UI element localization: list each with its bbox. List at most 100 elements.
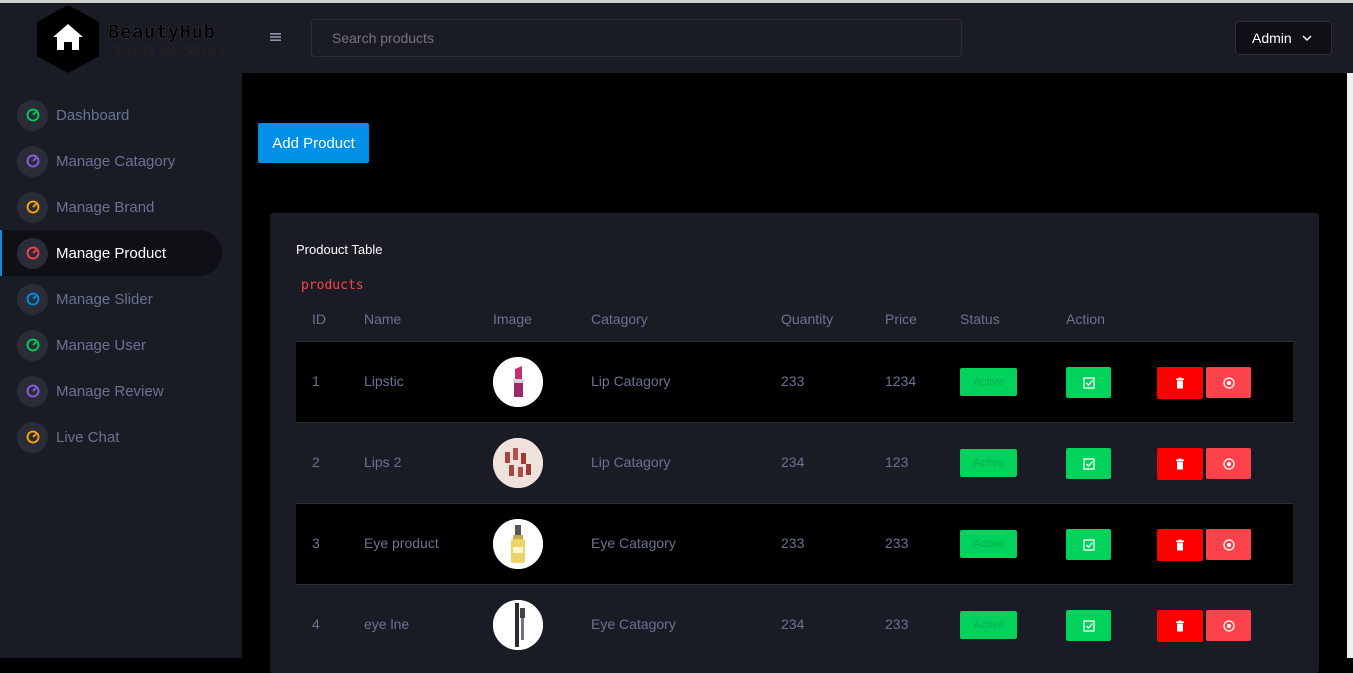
target-icon xyxy=(1222,619,1235,632)
table-header: ID Name Image Catagory Quantity Price St… xyxy=(296,303,1293,341)
sidebar-item-live-chat[interactable]: Live Chat xyxy=(0,414,242,460)
cell-catagory: Lip Catagory xyxy=(591,454,671,470)
cell-catagory: Lip Catagory xyxy=(591,373,671,389)
admin-label: Admin xyxy=(1252,30,1292,46)
sidebar-item-label: Manage Catagory xyxy=(56,152,176,170)
product-image-eyeliner xyxy=(493,600,543,650)
status-badge: Active xyxy=(960,530,1017,558)
product-table-card: Prodouct Table products ID Name Image Ca… xyxy=(270,213,1319,673)
trash-icon xyxy=(1176,539,1184,551)
table-row: 4 eye lne Eye Catagory 234 233 Active xyxy=(296,584,1293,665)
status-badge: Active xyxy=(960,611,1017,639)
cell-price: 123 xyxy=(885,454,909,470)
view-button[interactable] xyxy=(1206,529,1251,560)
sidebar-item-manage-catagory[interactable]: Manage Catagory xyxy=(0,138,242,184)
sidebar-nav: Dashboard Manage Catagory Manage Brand M… xyxy=(0,92,242,460)
edit-button[interactable] xyxy=(1066,367,1111,398)
column-header-image: Image xyxy=(493,311,532,327)
cell-name: Lips 2 xyxy=(364,454,402,470)
sidebar-item-dashboard[interactable]: Dashboard xyxy=(0,92,242,138)
cell-quantity: 233 xyxy=(781,535,805,551)
cell-quantity: 234 xyxy=(781,616,805,632)
sidebar-item-label: Manage Slider xyxy=(56,290,153,308)
status-badge: Active xyxy=(960,449,1017,477)
column-header-action: Action xyxy=(1066,311,1105,327)
column-header-catagory: Catagory xyxy=(591,311,648,327)
product-image-serum-bottle xyxy=(493,519,543,569)
speedometer-icon xyxy=(17,421,48,453)
target-icon xyxy=(1222,376,1235,389)
card-title: Prodouct Table xyxy=(296,242,383,257)
table-row: 3 Eye product Eye Catagory 233 233 Activ… xyxy=(296,503,1293,584)
cell-quantity: 234 xyxy=(781,454,805,470)
speedometer-icon xyxy=(17,329,48,361)
view-button[interactable] xyxy=(1206,367,1251,398)
sidebar-item-label: Dashboard xyxy=(56,106,130,124)
sidebar-item-label: Manage Brand xyxy=(56,198,155,216)
sidebar-item-label: Manage Product xyxy=(56,244,167,262)
cell-name: eye lne xyxy=(364,616,410,632)
add-product-button[interactable]: Add Product xyxy=(258,123,369,163)
edit-button[interactable] xyxy=(1066,610,1111,641)
edit-check-icon xyxy=(1082,619,1095,632)
delete-button[interactable] xyxy=(1157,529,1203,561)
cell-catagory: Eye Catagory xyxy=(591,535,676,551)
brand-logo[interactable]: BeautyHub ONLINE SHOPPING xyxy=(36,5,236,73)
cell-name: Lipstic xyxy=(364,373,404,389)
speedometer-icon xyxy=(17,237,48,269)
cell-price: 233 xyxy=(885,616,909,632)
view-button[interactable] xyxy=(1206,610,1251,641)
cell-price: 233 xyxy=(885,535,909,551)
status-badge: Active xyxy=(960,368,1017,396)
cell-name: Eye product xyxy=(364,535,439,551)
speedometer-icon xyxy=(17,99,48,131)
page-scrollbar[interactable] xyxy=(1347,73,1353,658)
trash-icon xyxy=(1176,377,1184,389)
target-icon xyxy=(1222,457,1235,470)
cell-quantity: 233 xyxy=(781,373,805,389)
home-icon xyxy=(37,5,99,73)
edit-button[interactable] xyxy=(1066,448,1111,479)
edit-button[interactable] xyxy=(1066,529,1111,560)
sidebar-item-label: Manage Review xyxy=(56,382,164,400)
cell-catagory: Eye Catagory xyxy=(591,616,676,632)
target-icon xyxy=(1222,538,1235,551)
admin-dropdown[interactable]: Admin xyxy=(1235,21,1332,55)
delete-button[interactable] xyxy=(1157,448,1203,480)
brand-name: BeautyHub xyxy=(108,21,216,43)
hamburger-icon[interactable] xyxy=(270,29,281,45)
column-header-quantity: Quantity xyxy=(781,311,834,327)
edit-check-icon xyxy=(1082,376,1095,389)
trash-icon xyxy=(1176,458,1184,470)
card-subtitle: products xyxy=(301,278,364,293)
sidebar-item-manage-review[interactable]: Manage Review xyxy=(0,368,242,414)
main-content: Add Product Prodouct Table products ID N… xyxy=(242,73,1347,673)
speedometer-icon xyxy=(17,375,48,407)
search-input[interactable] xyxy=(311,19,962,57)
delete-button[interactable] xyxy=(1157,610,1203,642)
brand-tagline: ONLINE SHOPPING xyxy=(109,45,225,59)
speedometer-icon xyxy=(17,191,48,223)
sidebar-item-manage-product[interactable]: Manage Product xyxy=(0,230,222,276)
sidebar-item-label: Manage User xyxy=(56,336,147,354)
column-header-price: Price xyxy=(885,311,917,327)
sidebar-item-label: Live Chat xyxy=(56,428,120,446)
sidebar: BeautyHub ONLINE SHOPPING Dashboard Mana… xyxy=(0,3,242,658)
sidebar-item-manage-brand[interactable]: Manage Brand xyxy=(0,184,242,230)
trash-icon xyxy=(1176,620,1184,632)
delete-button[interactable] xyxy=(1157,367,1203,399)
product-image-lipsticks-set xyxy=(493,438,543,488)
sidebar-item-manage-slider[interactable]: Manage Slider xyxy=(0,276,242,322)
column-header-name: Name xyxy=(364,311,402,327)
top-navbar: Admin xyxy=(242,3,1353,73)
table-row: 2 Lips 2 Lip Catagory 234 123 Active xyxy=(296,422,1293,503)
sidebar-item-manage-user[interactable]: Manage User xyxy=(0,322,242,368)
cell-price: 1234 xyxy=(885,373,917,389)
column-header-id: ID xyxy=(312,311,326,327)
edit-check-icon xyxy=(1082,457,1095,470)
cell-id: 3 xyxy=(312,535,320,551)
column-header-status: Status xyxy=(960,311,1000,327)
cell-id: 1 xyxy=(312,373,320,389)
view-button[interactable] xyxy=(1206,448,1251,479)
table-row: 1 Lipstic Lip Catagory 233 1234 Active xyxy=(296,341,1293,422)
